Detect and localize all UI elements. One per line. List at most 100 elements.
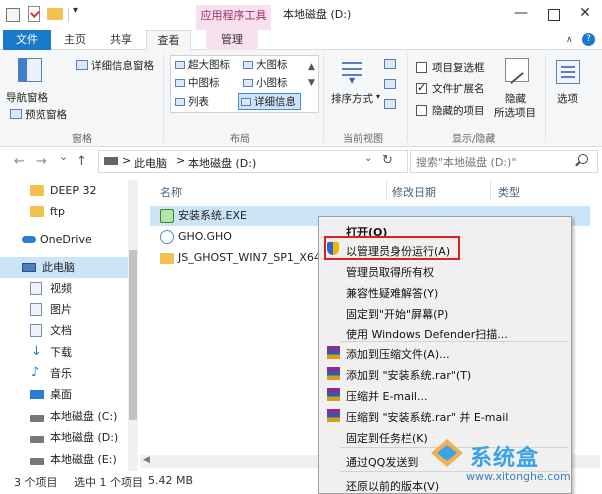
file-row[interactable]: 安装系统.EXE: [160, 206, 247, 226]
download-arrow-icon: ↓: [31, 344, 42, 359]
quick-access-properties-icon[interactable]: [28, 6, 40, 22]
layout-medium-icons[interactable]: 中图标: [173, 75, 220, 92]
add-columns-icon[interactable]: [384, 79, 396, 89]
nav-item-local-disk-d[interactable]: 本地磁盘 (D:): [30, 427, 118, 448]
tab-share[interactable]: 共享: [99, 30, 143, 50]
details-pane-button[interactable]: 详细信息窗格: [91, 58, 154, 73]
nav-scrollbar-thumb[interactable]: [129, 250, 137, 420]
menu-item-add-to-archive[interactable]: 添加到压缩文件(A)...: [346, 346, 450, 362]
menu-item-add-to-rar[interactable]: 添加到 "安装系统.rar"(T): [346, 367, 471, 383]
address-history-dropdown-icon[interactable]: ⌄: [364, 153, 372, 164]
menu-separator: [340, 341, 568, 342]
navigation-pane-icon[interactable]: [18, 58, 42, 82]
quick-access-new-folder-icon[interactable]: [47, 8, 63, 20]
hide-selected-icon[interactable]: [505, 58, 529, 84]
breadcrumb-local-disk-d[interactable]: 本地磁盘 (D:): [188, 155, 256, 171]
menu-item-defender-scan[interactable]: 使用 Windows Defender扫描...: [346, 326, 508, 342]
minimize-button[interactable]: —: [506, 0, 536, 28]
file-extensions-checkbox[interactable]: [416, 81, 427, 94]
tab-view[interactable]: 查看: [146, 30, 191, 51]
preview-pane-button[interactable]: 预览窗格: [25, 107, 67, 122]
layout-list[interactable]: 列表: [173, 94, 209, 111]
window-title: 本地磁盘 (D:): [283, 8, 352, 21]
preview-pane-icon[interactable]: [10, 109, 22, 119]
nav-item-ftp[interactable]: ftp: [30, 201, 65, 222]
nav-item-music[interactable]: ♪ 音乐: [30, 363, 72, 384]
group-label-show-hide: 显示/隐藏: [452, 134, 496, 145]
highlight-annotation-box: [324, 236, 460, 260]
breadcrumb-this-pc[interactable]: 此电脑: [134, 155, 167, 171]
group-by-icon[interactable]: [384, 59, 396, 69]
nav-item-deep32[interactable]: DEEP 32: [30, 180, 97, 201]
layout-small-icons[interactable]: 小图标: [241, 75, 288, 92]
layout-xl-icons[interactable]: 超大图标: [173, 57, 230, 74]
scroll-left-icon[interactable]: ◀: [143, 455, 150, 465]
sort-by-button[interactable]: 排序方式: [331, 91, 373, 106]
menu-item-pin-to-start[interactable]: 固定到"开始"屏幕(P): [346, 306, 448, 322]
file-row[interactable]: JS_GHOST_WIN7_SP1_X64_: [160, 248, 326, 268]
ribbon-divider: [163, 54, 164, 142]
menu-item-compress-email[interactable]: 压缩并 E-mail...: [346, 388, 427, 404]
sort-by-icon[interactable]: ▼: [340, 60, 364, 85]
desktop-icon: [30, 390, 44, 399]
column-header-type[interactable]: 类型: [498, 184, 520, 200]
hide-selected-label-1[interactable]: 隐藏: [505, 91, 526, 106]
menu-item-pin-to-taskbar[interactable]: 固定到任务栏(K): [346, 430, 428, 446]
file-row[interactable]: GHO.GHO: [160, 227, 232, 247]
navigation-pane-button[interactable]: 导航窗格: [6, 90, 48, 105]
drive-icon: [30, 458, 44, 465]
options-button[interactable]: 选项: [557, 91, 578, 106]
nav-item-onedrive[interactable]: OneDrive: [22, 229, 92, 250]
recent-locations-dropdown-icon[interactable]: ⌄: [59, 150, 68, 163]
search-icon[interactable]: [578, 154, 588, 164]
breadcrumb-chevron-icon[interactable]: >: [122, 154, 131, 167]
menu-item-send-via-qq[interactable]: 通过QQ发送到: [346, 454, 418, 470]
music-note-icon: ♪: [31, 365, 40, 380]
nav-item-desktop[interactable]: 桌面: [30, 384, 72, 405]
nav-item-local-disk-c[interactable]: 本地磁盘 (C:): [30, 406, 117, 427]
help-icon[interactable]: ?: [582, 33, 595, 46]
menu-item-troubleshoot-compatibility[interactable]: 兼容性疑难解答(Y): [346, 285, 438, 301]
menu-item-restore-previous-versions[interactable]: 还原以前的版本(V): [346, 478, 439, 494]
up-button[interactable]: ↑: [76, 154, 87, 169]
hidden-items-checkbox[interactable]: [416, 105, 427, 116]
hidden-items-label: 隐藏的项目: [432, 105, 485, 117]
ribbon-collapse-icon[interactable]: ∧: [566, 35, 573, 45]
refresh-button[interactable]: ↻: [382, 153, 393, 168]
nav-item-this-pc[interactable]: 此电脑: [22, 257, 75, 278]
nav-item-documents[interactable]: 文档: [30, 320, 72, 341]
item-checkboxes-checkbox[interactable]: [416, 62, 427, 73]
layout-scroll-up-icon[interactable]: ▲: [308, 62, 315, 72]
layout-medium-icons-label: 中图标: [188, 77, 220, 89]
maximize-button[interactable]: [538, 0, 568, 28]
details-pane-icon[interactable]: [76, 60, 88, 70]
back-button[interactable]: ←: [14, 154, 25, 169]
computer-icon: [104, 157, 118, 165]
hide-selected-label-2[interactable]: 所选项目: [494, 105, 536, 120]
quick-access-save-icon[interactable]: [6, 8, 20, 22]
forward-button[interactable]: →: [36, 154, 47, 169]
layout-scroll-down-icon[interactable]: ▼: [308, 78, 315, 88]
tab-file[interactable]: 文件: [3, 30, 51, 50]
tab-manage[interactable]: 管理: [206, 30, 258, 50]
menu-item-compress-rar-email[interactable]: 压缩到 "安装系统.rar" 并 E-mail: [346, 409, 508, 425]
tab-home[interactable]: 主页: [55, 30, 95, 50]
size-columns-icon[interactable]: [384, 99, 396, 109]
picture-icon: [30, 303, 42, 316]
column-header-name[interactable]: 名称: [160, 184, 182, 200]
quick-access-dropdown-icon[interactable]: ▾: [73, 5, 78, 16]
layout-details[interactable]: 详细信息: [238, 93, 301, 110]
nav-item-pictures[interactable]: 图片: [30, 299, 72, 320]
nav-item-downloads[interactable]: ↓ 下载: [30, 342, 72, 363]
nav-item-local-disk-e[interactable]: 本地磁盘 (E:): [30, 449, 117, 470]
sort-by-dropdown-icon[interactable]: ▾: [376, 92, 380, 101]
breadcrumb-chevron-icon[interactable]: >: [176, 154, 185, 167]
close-button[interactable]: ✕: [570, 0, 600, 28]
nav-item-videos[interactable]: 视频: [30, 278, 72, 299]
file-extensions-label: 文件扩展名: [432, 83, 485, 95]
options-icon[interactable]: [556, 60, 580, 84]
column-header-modified[interactable]: 修改日期: [392, 184, 436, 200]
layout-large-icons[interactable]: 大图标: [241, 57, 288, 74]
menu-item-take-ownership[interactable]: 管理员取得所有权: [346, 264, 434, 280]
winrar-icon: [327, 388, 340, 401]
